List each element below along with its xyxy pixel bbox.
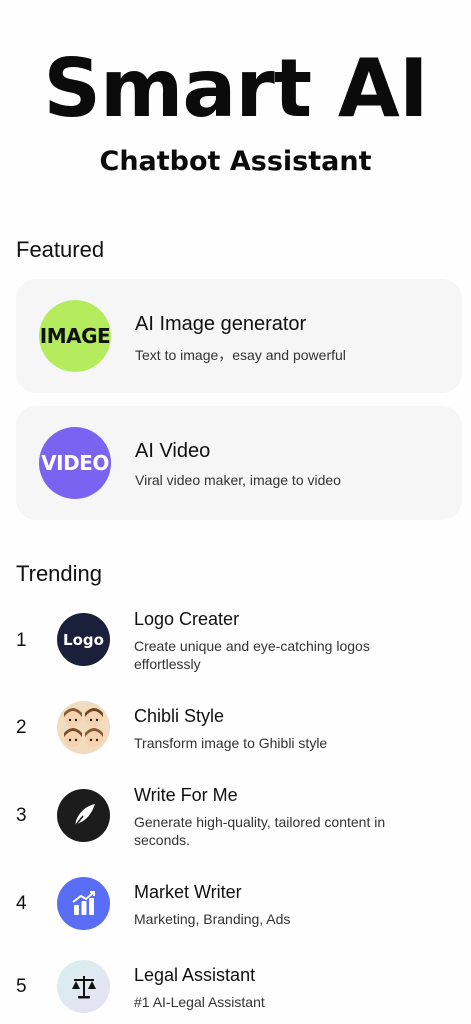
quill-pen-icon bbox=[57, 789, 110, 842]
card-description: Viral video maker, image to video bbox=[135, 472, 341, 488]
item-description: #1 AI-Legal Assistant bbox=[134, 994, 265, 1010]
logo-icon-text: Logo bbox=[63, 630, 104, 649]
rank-number: 1 bbox=[16, 630, 27, 651]
item-title: Logo Creater bbox=[134, 609, 240, 629]
item-description: Create unique and eye-catching logos eff… bbox=[134, 638, 370, 672]
item-description: Marketing, Branding, Ads bbox=[134, 911, 291, 927]
logo-icon: Logo bbox=[57, 613, 110, 666]
item-title: Write For Me bbox=[134, 785, 238, 805]
rank-number: 5 bbox=[16, 976, 27, 997]
rank-number: 2 bbox=[16, 717, 27, 738]
trending-heading: Trending bbox=[16, 561, 103, 586]
image-badge-icon: IMAGE bbox=[39, 300, 111, 372]
rank-number: 3 bbox=[16, 805, 27, 826]
item-description: Generate high-quality, tailored content … bbox=[134, 814, 386, 848]
card-description: Text to image，esay and powerful bbox=[135, 347, 346, 363]
rank-number: 4 bbox=[16, 893, 27, 914]
item-title: Legal Assistant bbox=[134, 965, 256, 985]
video-badge-text: VIDEO bbox=[41, 451, 109, 475]
item-title: Chibli Style bbox=[134, 706, 225, 726]
featured-card-image-generator[interactable]: IMAGE AI Image generator Text to image，e… bbox=[16, 279, 462, 393]
chibli-faces-icon bbox=[57, 701, 110, 754]
item-title: Market Writer bbox=[134, 882, 242, 902]
card-title: AI Video bbox=[135, 440, 211, 462]
app-subtitle: Chatbot Assistant bbox=[99, 146, 372, 177]
bar-chart-icon bbox=[57, 877, 110, 930]
featured-heading: Featured bbox=[16, 237, 105, 262]
card-title: AI Image generator bbox=[135, 313, 307, 335]
video-badge-icon: VIDEO bbox=[39, 427, 111, 499]
scales-icon bbox=[57, 960, 110, 1013]
item-description: Transform image to Ghibli style bbox=[134, 735, 328, 751]
image-badge-text: IMAGE bbox=[39, 324, 111, 348]
app-title: Smart AI bbox=[43, 42, 428, 135]
featured-card-ai-video[interactable]: VIDEO AI Video Viral video maker, image … bbox=[16, 406, 462, 520]
